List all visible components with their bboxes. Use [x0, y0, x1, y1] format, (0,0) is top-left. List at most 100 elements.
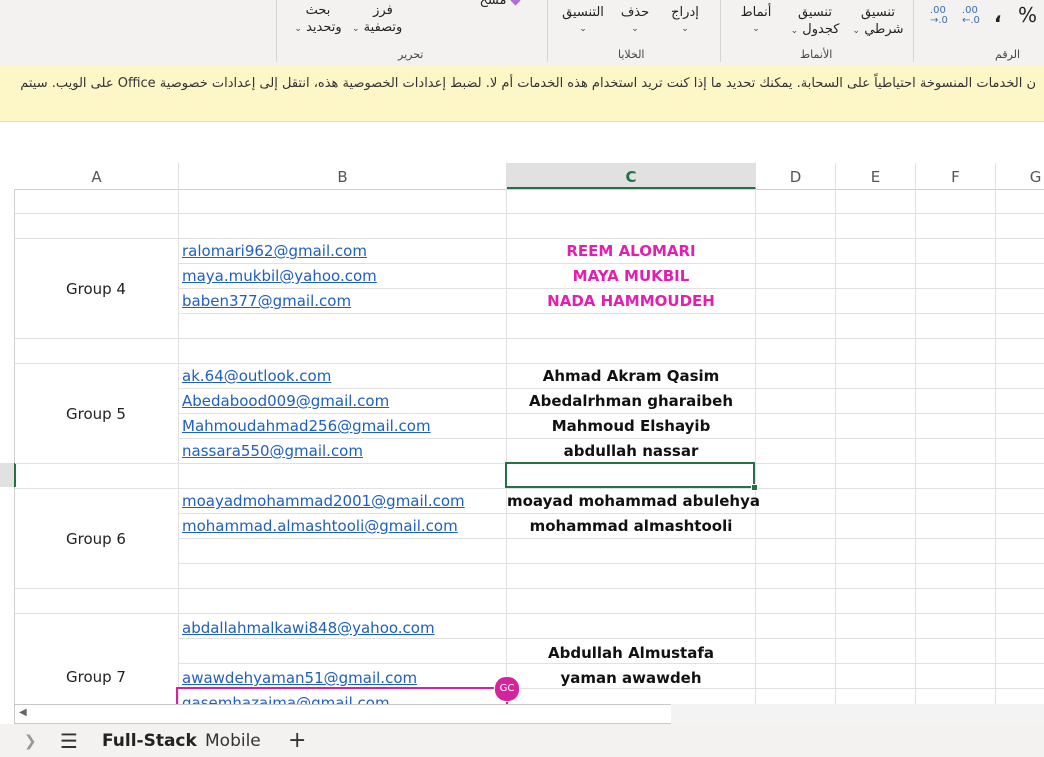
chevron-down-icon: ⌄: [852, 26, 861, 36]
conditional-format-button[interactable]: تنسيق ⌄ شرطي: [848, 4, 908, 40]
scroll-left-icon[interactable]: ◀: [19, 707, 27, 718]
chevron-down-icon: ⌄: [790, 26, 799, 36]
sort-filter-label1: فرز: [373, 3, 393, 18]
member-name: NADA HAMMOUDEH: [547, 292, 715, 310]
member-name: REEM ALOMARI: [566, 242, 696, 260]
cells-group-label: الخلايا: [618, 48, 645, 61]
format-as-table-button[interactable]: تنسيق ⌄ كجدول: [785, 4, 845, 40]
percent-style-button[interactable]: %: [1018, 4, 1037, 26]
insert-button[interactable]: إدراج ⌄: [664, 4, 706, 38]
chevron-down-icon: ⌄: [352, 24, 360, 34]
email-link[interactable]: mohammad.almashtooli@gmail.com: [182, 514, 458, 539]
find-select-label2: وتحديد: [306, 20, 342, 35]
clear-label: مسح: [479, 0, 507, 8]
gridline: [15, 613, 1044, 614]
sheet-tab[interactable]: Mobile: [205, 730, 261, 752]
member-name: MAYA MUKBIL: [572, 267, 690, 285]
chevron-down-icon: ⌄: [579, 24, 587, 34]
gridline: [15, 338, 1044, 339]
member-name: abdullah nassar: [563, 442, 699, 460]
group-label: Group 4: [66, 280, 126, 298]
column-header-d[interactable]: D: [756, 163, 836, 189]
formula-area: [0, 122, 1044, 163]
gridline: [755, 189, 756, 705]
group-separator: [720, 0, 721, 62]
chevron-down-icon: ⌄: [752, 24, 760, 34]
email-link[interactable]: maya.mukbil@yahoo.com: [182, 264, 377, 289]
column-header-b[interactable]: B: [179, 163, 507, 189]
sort-filter-label2: وتصفية: [363, 20, 403, 35]
group-label: Group 7: [66, 668, 126, 686]
gridline: [915, 189, 916, 705]
email-link[interactable]: moayadmohammad2001@gmail.com: [182, 489, 465, 514]
column-header-f[interactable]: F: [916, 163, 996, 189]
member-name: moayad mohammad abulehya: [507, 492, 760, 510]
gridline: [835, 189, 836, 705]
member-name: mohammad almashtooli: [529, 517, 733, 535]
email-link[interactable]: abdallahmalkawi848@yahoo.com: [182, 616, 435, 641]
number-group-label: الرقم: [995, 48, 1021, 61]
gridline: [995, 189, 996, 705]
cell-grid[interactable]: Group 4 Group 5 Group 6 Group 7 ralomari…: [15, 189, 1044, 705]
member-name: Mahmoud Elshayib: [551, 417, 711, 435]
active-row-header[interactable]: [0, 463, 16, 487]
email-link[interactable]: nassara550@gmail.com: [182, 439, 363, 464]
column-headers: A B C D E F G: [0, 163, 1044, 190]
eraser-icon: ◆: [510, 0, 521, 8]
delete-button[interactable]: حذف ⌄: [615, 4, 655, 38]
member-name: yaman awawdeh: [560, 669, 702, 687]
fill-handle[interactable]: [751, 484, 758, 491]
email-link[interactable]: baben377@gmail.com: [182, 289, 351, 314]
scrollbar-track: [671, 704, 1044, 724]
sheet-tab-bar: ❯ ☰ Full-Stack Mobile +: [0, 724, 1044, 757]
group-label: Group 5: [66, 405, 126, 423]
comma-style-button[interactable]: ،: [994, 4, 1002, 26]
chevron-down-icon: ⌄: [631, 24, 639, 34]
collaborator-avatar[interactable]: GC: [494, 676, 520, 702]
plus-icon[interactable]: +: [288, 730, 306, 752]
member-name: Abdullah Almustafa: [548, 644, 714, 662]
editing-group-label: تحرير: [398, 48, 424, 61]
find-select-label1: بحث: [305, 3, 331, 18]
gridline: [15, 588, 1044, 589]
decrease-decimal-icon[interactable]: .00 ←.0: [962, 6, 980, 26]
horizontal-scrollbar[interactable]: ◀: [14, 704, 672, 724]
column-header-e[interactable]: E: [836, 163, 916, 189]
email-link[interactable]: ralomari962@gmail.com: [182, 239, 367, 264]
conditional-format-label2: شرطي: [864, 22, 904, 37]
column-header-g[interactable]: G: [996, 163, 1044, 189]
email-link[interactable]: Abedabood009@gmail.com: [182, 389, 389, 414]
chevron-down-icon: ⌄: [294, 24, 302, 34]
member-name: Ahmad Akram Qasim: [542, 367, 720, 385]
sort-filter-button[interactable]: فرز وتصفية: [350, 2, 416, 36]
styles-group-label: الأنماط: [800, 48, 833, 61]
format-label: التنسيق: [562, 5, 604, 20]
gridline: [178, 189, 179, 705]
cell-styles-button[interactable]: أنماط ⌄: [733, 4, 779, 38]
cell-styles-label: أنماط: [740, 5, 772, 20]
active-cell-selection[interactable]: [505, 462, 755, 488]
format-table-label1: تنسيق: [798, 5, 832, 20]
email-link[interactable]: ak.64@outlook.com: [182, 364, 331, 389]
conditional-format-label1: تنسيق: [861, 5, 895, 20]
increase-decimal-icon[interactable]: .00 →.0: [930, 6, 948, 26]
column-header-c[interactable]: C: [507, 163, 756, 189]
gridline: [15, 213, 1044, 214]
row-headers[interactable]: [0, 189, 15, 705]
email-link[interactable]: Mahmoudahmad256@gmail.com: [182, 414, 431, 439]
sheet-tab-active[interactable]: Full-Stack: [102, 730, 197, 752]
gridline: [179, 563, 1044, 564]
clear-button[interactable]: مسح ◆: [470, 0, 530, 9]
find-select-button[interactable]: بحث ⌄ وتحديد: [288, 2, 348, 38]
column-header-a[interactable]: A: [15, 163, 179, 189]
hamburger-icon[interactable]: ☰: [60, 730, 78, 752]
privacy-banner: ن الخدمات المنسوخة احتياطياً على السحابة…: [0, 66, 1044, 122]
chevron-right-icon[interactable]: ❯: [24, 730, 37, 752]
chevron-down-icon: ⌄: [681, 24, 689, 34]
insert-label: إدراج: [671, 5, 699, 20]
format-button[interactable]: التنسيق ⌄: [555, 4, 611, 38]
member-name: Abedalrhman gharaibeh: [528, 392, 734, 410]
collaborator-cell-outline: [176, 687, 508, 705]
ribbon: % ، .00 ←.0 .00 →.0 الرقم تنسيق ⌄ شرطي تنس…: [0, 0, 1044, 67]
group-separator: [276, 0, 277, 62]
